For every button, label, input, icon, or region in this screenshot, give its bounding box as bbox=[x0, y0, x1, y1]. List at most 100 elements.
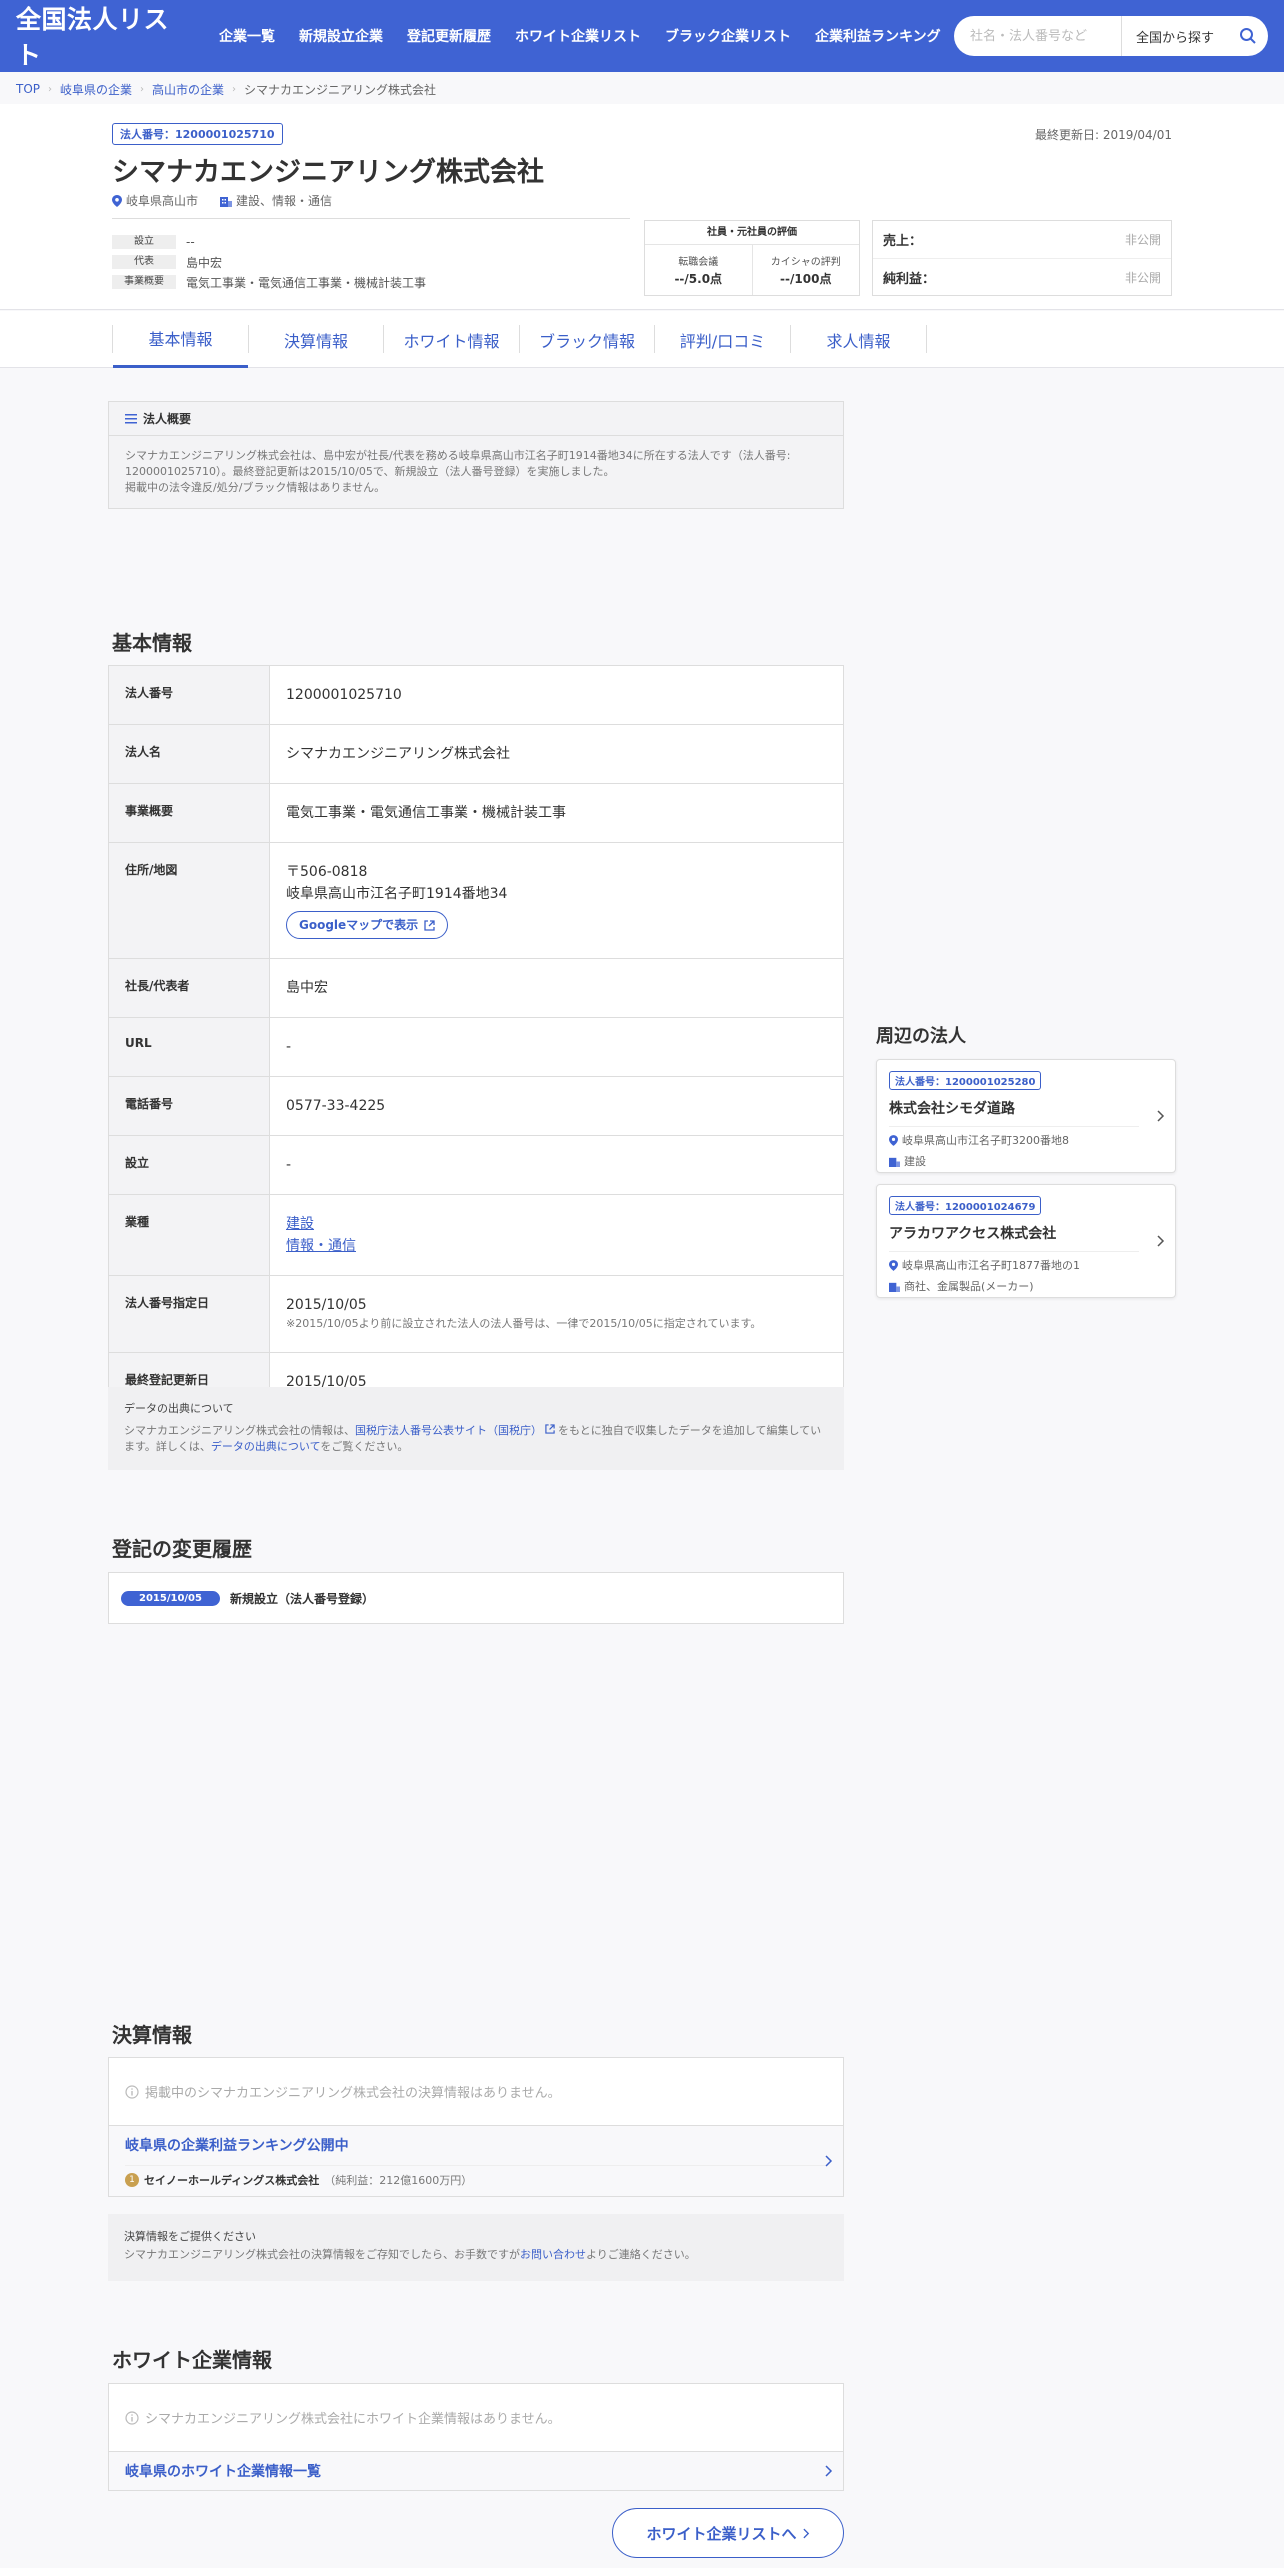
nav-registry-history[interactable]: 登記更新履歴 bbox=[395, 26, 503, 46]
site-logo[interactable]: 全国法人リスト bbox=[16, 0, 191, 72]
tab-settlement[interactable]: 決算情報 bbox=[249, 311, 383, 368]
fact-label: 事業概要 bbox=[112, 275, 176, 289]
nearby-heading: 周辺の法人 bbox=[876, 1026, 966, 1047]
overview-line: 掲載中の法令違反/処分/ブラック情報はありません。 bbox=[125, 481, 386, 494]
google-map-button[interactable]: Googleマップで表示 bbox=[286, 911, 449, 939]
fact-label: 代表 bbox=[112, 255, 176, 269]
table-row: 法人名 シマナカエンジニアリング株式会社 bbox=[108, 724, 844, 784]
breadcrumb-top[interactable]: TOP bbox=[16, 82, 40, 96]
breadcrumb-current: シマナカエンジニアリング株式会社 bbox=[244, 82, 437, 97]
chevron-right-icon bbox=[1157, 1235, 1165, 1247]
fact-value: 電気工事業・電気通信工事業・機械計装工事 bbox=[186, 275, 427, 290]
nearby-address: 岐阜県高山市江名子町3200番地8 bbox=[902, 1134, 1069, 1147]
nearby-company-card[interactable]: 法人番号：1200001024679 アラカワアクセス株式会社 岐阜県高山市江名… bbox=[876, 1184, 1176, 1298]
net-income-value: 非公開 bbox=[1124, 270, 1161, 285]
evaluation-title: 社員・元社員の評価 bbox=[645, 221, 859, 245]
table-row: 住所/地図 〒506-0818 岐阜県高山市江名子町1914番地34 Googl… bbox=[108, 842, 844, 959]
table-row: 設立 - bbox=[108, 1135, 844, 1195]
nearby-address: 岐阜県高山市江名子町1877番地の1 bbox=[902, 1259, 1080, 1272]
breadcrumb-city[interactable]: 高山市の企業 bbox=[152, 81, 224, 98]
table-row: 事業概要 電気工事業・電気通信工事業・機械計装工事 bbox=[108, 783, 844, 843]
tab-divider bbox=[926, 325, 927, 353]
data-source-link[interactable]: データの出典について bbox=[211, 1440, 320, 1453]
search-icon bbox=[1240, 28, 1256, 44]
overview-line: 1200001025710）。最終登記更新は2015/10/05で、新規設立（法… bbox=[125, 465, 615, 478]
external-link-icon bbox=[545, 1424, 555, 1434]
nav-white-list[interactable]: ホワイト企業リスト bbox=[503, 26, 653, 46]
history-date-badge: 2015/10/05 bbox=[121, 1590, 220, 1606]
overview-title: 法人概要 bbox=[143, 412, 192, 426]
info-icon bbox=[125, 2084, 139, 2099]
chevron-right-icon: › bbox=[140, 83, 145, 95]
finance-summary-box: 売上： 非公開 純利益： 非公開 bbox=[872, 220, 1172, 296]
nearby-industry: 建設 bbox=[904, 1155, 926, 1168]
list-icon bbox=[125, 413, 137, 423]
industry-link-it[interactable]: 情報・通信 bbox=[286, 1238, 356, 1254]
data-source-note: データの出典について シマナカエンジニアリング株式会社の情報は、国税庁法人番号公… bbox=[108, 1387, 844, 1470]
white-empty-message: シマナカエンジニアリング株式会社にホワイト企業情報はありません。 bbox=[145, 2412, 561, 2427]
nearby-company-name: 株式会社シモダ道路 bbox=[889, 1098, 1139, 1127]
nav-new-companies[interactable]: 新規設立企業 bbox=[287, 26, 395, 46]
location-pin-icon bbox=[889, 1134, 898, 1146]
designation-date-value: 2015/10/05 bbox=[286, 1297, 367, 1313]
contact-link[interactable]: お問い合わせ bbox=[520, 2248, 586, 2261]
phone-value: 0577-33-4225 bbox=[269, 1076, 844, 1136]
corporate-number-badge: 法人番号：1200001025280 bbox=[889, 1071, 1042, 1090]
tab-reviews[interactable]: 評判/口コミ bbox=[655, 311, 790, 368]
divider bbox=[112, 218, 630, 219]
nta-site-link[interactable]: 国税庁法人番号公表サイト（国税庁） bbox=[355, 1424, 542, 1437]
rank-medal-icon: 1 bbox=[125, 2172, 139, 2187]
search-button[interactable] bbox=[1228, 16, 1268, 56]
profit-ranking-link[interactable]: 岐阜県の企業利益ランキング公開中 1 セイノーホールディングス株式会社 （純利益… bbox=[109, 2126, 843, 2196]
chevron-right-icon bbox=[802, 2528, 809, 2538]
tab-basic-info[interactable]: 基本情報 bbox=[113, 311, 248, 368]
sales-label: 売上： bbox=[883, 234, 923, 249]
net-income-label: 純利益： bbox=[883, 271, 936, 287]
chevron-right-icon bbox=[825, 2465, 833, 2477]
white-list-button[interactable]: ホワイト企業リストへ bbox=[612, 2508, 844, 2558]
company-facts: 設立 -- 代表 島中宏 事業概要 電気工事業・電気通信工事業・機械計装工事 bbox=[112, 232, 426, 292]
evaluation-item[interactable]: カイシャの評判 --/100点 bbox=[751, 245, 860, 295]
fact-value: 島中宏 bbox=[186, 255, 223, 270]
evaluation-item[interactable]: 転職会議 --/5.0点 bbox=[645, 245, 752, 295]
history-list: 2015/10/05 新規設立（法人番号登録） bbox=[108, 1572, 844, 1624]
fact-value: -- bbox=[186, 235, 195, 249]
search-scope-select[interactable]: 全国から探す bbox=[1120, 16, 1228, 56]
provide-title: 決算情報をご提供ください bbox=[124, 2230, 256, 2243]
table-row: 電話番号 0577-33-4225 bbox=[108, 1076, 844, 1136]
tab-white[interactable]: ホワイト情報 bbox=[384, 311, 519, 368]
last-updated: 最終更新日: 2019/04/01 bbox=[1034, 128, 1172, 142]
company-industry: 建設、情報・通信 bbox=[236, 194, 333, 208]
white-list-link[interactable]: 岐阜県のホワイト企業情報一覧 bbox=[109, 2452, 843, 2490]
location-pin-icon bbox=[889, 1259, 898, 1271]
white-card: シマナカエンジニアリング株式会社にホワイト企業情報はありません。 岐阜県のホワイ… bbox=[108, 2383, 844, 2491]
industry-link-construction[interactable]: 建設 bbox=[286, 1216, 314, 1232]
corporate-number-badge: 法人番号：1200001025710 bbox=[112, 123, 283, 145]
building-icon bbox=[889, 1282, 900, 1292]
nav-profit-ranking[interactable]: 企業利益ランキング bbox=[803, 26, 953, 46]
company-meta: 岐阜県高山市 建設、情報・通信 bbox=[112, 192, 332, 209]
chevron-right-icon: › bbox=[48, 83, 53, 95]
table-row: URL - bbox=[108, 1017, 844, 1077]
nearby-company-card[interactable]: 法人番号：1200001025280 株式会社シモダ道路 岐阜県高山市江名子町3… bbox=[876, 1059, 1176, 1173]
company-overview: 法人概要 シマナカエンジニアリング株式会社は、島中宏が社長/代表を務める岐阜県高… bbox=[108, 401, 844, 509]
overview-line: シマナカエンジニアリング株式会社は、島中宏が社長/代表を務める岐阜県高山市江名子… bbox=[125, 449, 791, 462]
table-row: 社長/代表者 島中宏 bbox=[108, 958, 844, 1018]
source-title: データの出典について bbox=[124, 1402, 234, 1415]
tab-black[interactable]: ブラック情報 bbox=[520, 311, 654, 368]
search-input[interactable] bbox=[954, 16, 1121, 56]
representative-value: 島中宏 bbox=[269, 958, 844, 1018]
history-text: 新規設立（法人番号登録） bbox=[229, 1591, 374, 1606]
sales-value: 非公開 bbox=[1124, 233, 1161, 247]
settlement-card: 掲載中のシマナカエンジニアリング株式会社の決算情報はありません。 岐阜県の企業利… bbox=[108, 2057, 844, 2197]
nearby-industry: 商社、金属製品(メーカー) bbox=[904, 1280, 1034, 1293]
breadcrumb-prefecture[interactable]: 岐阜県の企業 bbox=[60, 81, 132, 98]
tab-jobs[interactable]: 求人情報 bbox=[791, 311, 926, 368]
chevron-right-icon bbox=[825, 2155, 833, 2167]
nav-company-list[interactable]: 企業一覧 bbox=[207, 26, 287, 46]
table-row: 法人番号 1200001025710 bbox=[108, 665, 844, 725]
company-name-value: シマナカエンジニアリング株式会社 bbox=[269, 724, 844, 784]
table-row: 業種 建設 情報・通信 bbox=[108, 1194, 844, 1276]
basic-info-table: 法人番号 1200001025710 法人名 シマナカエンジニアリング株式会社 事業… bbox=[108, 665, 844, 1412]
nav-black-list[interactable]: ブラック企業リスト bbox=[653, 26, 803, 46]
